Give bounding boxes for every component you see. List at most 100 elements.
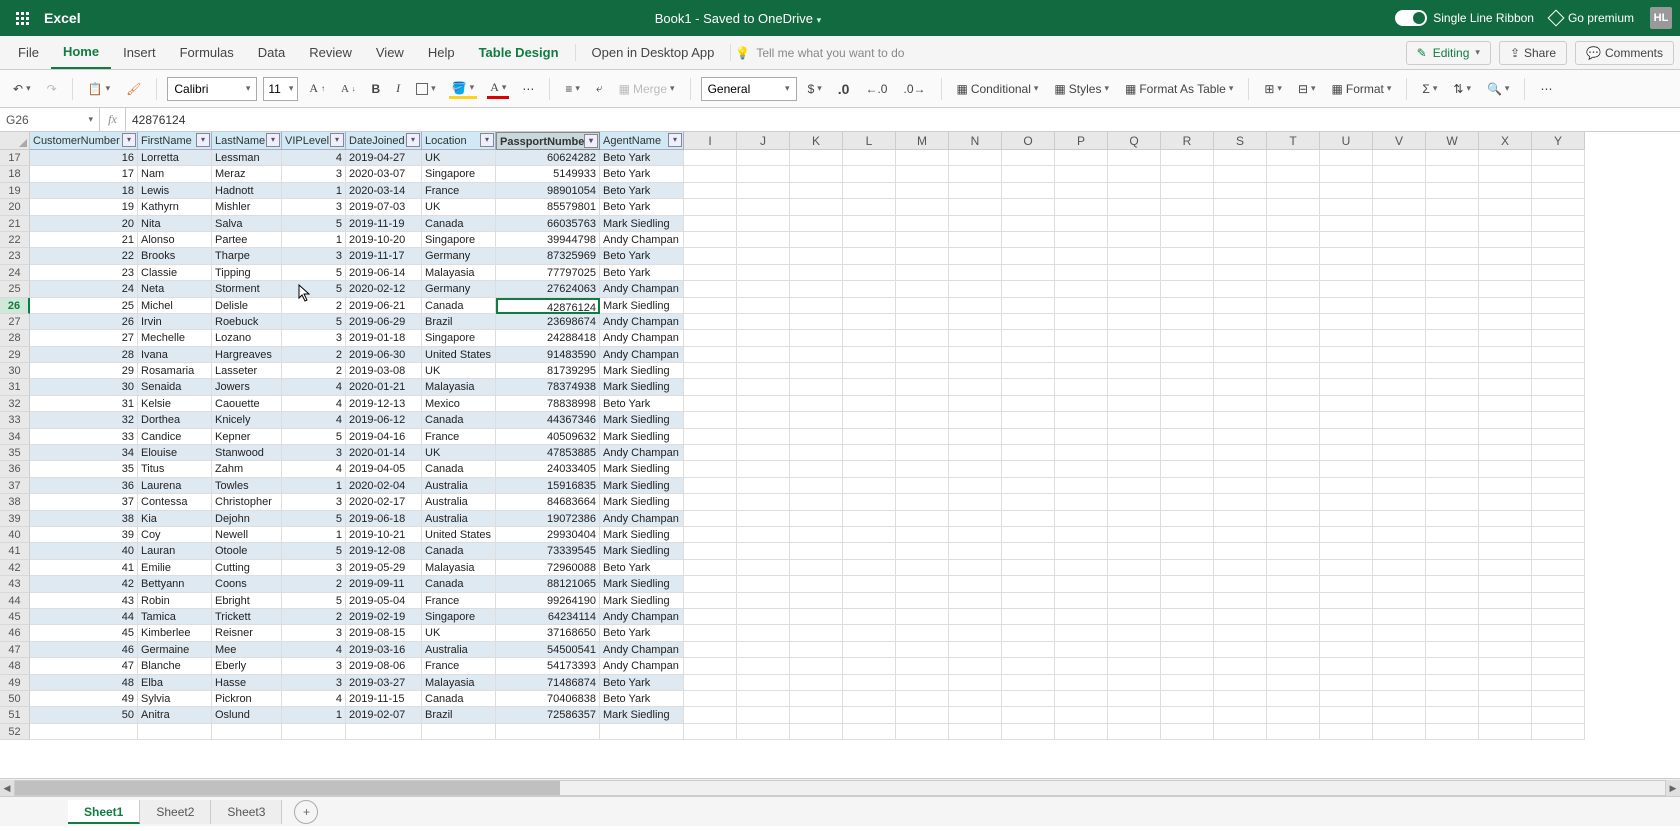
row-header[interactable]: 20	[0, 199, 30, 215]
row-header[interactable]: 32	[0, 396, 30, 412]
empty-cell[interactable]	[1108, 445, 1161, 461]
empty-cell[interactable]	[1108, 314, 1161, 330]
empty-cell[interactable]	[1267, 445, 1320, 461]
empty-cell[interactable]	[1532, 724, 1585, 740]
cell[interactable]: 4	[282, 461, 346, 477]
empty-cell[interactable]	[896, 199, 949, 215]
empty-cell[interactable]	[1055, 396, 1108, 412]
empty-cell[interactable]	[1373, 314, 1426, 330]
empty-cell[interactable]	[1108, 724, 1161, 740]
cell[interactable]: 42876124	[496, 298, 600, 314]
empty-cell[interactable]	[1479, 396, 1532, 412]
cell[interactable]: 44	[30, 609, 138, 625]
empty-cell[interactable]	[1373, 281, 1426, 297]
cell[interactable]: 37168650	[496, 625, 600, 641]
empty-cell[interactable]	[949, 658, 1002, 674]
empty-cell[interactable]	[1002, 707, 1055, 723]
cell-styles-button[interactable]: ▦ Styles▾	[1049, 79, 1114, 99]
empty-cell[interactable]	[1161, 511, 1214, 527]
table-header-LastName[interactable]: LastName▾	[212, 132, 282, 150]
cell[interactable]: Pickron	[212, 691, 282, 707]
empty-cell[interactable]	[1214, 494, 1267, 510]
empty-cell[interactable]	[737, 707, 790, 723]
empty-cell[interactable]	[1108, 461, 1161, 477]
empty-cell[interactable]	[1426, 199, 1479, 215]
empty-cell[interactable]	[1214, 183, 1267, 199]
empty-cell[interactable]	[1267, 724, 1320, 740]
cell[interactable]: Dejohn	[212, 511, 282, 527]
empty-cell[interactable]	[1055, 461, 1108, 477]
empty-cell[interactable]	[790, 363, 843, 379]
empty-cell[interactable]	[1002, 216, 1055, 232]
empty-cell[interactable]	[790, 560, 843, 576]
cell[interactable]: Andy Champan	[600, 281, 684, 297]
cell[interactable]: Andy Champan	[600, 330, 684, 346]
cell[interactable]: Mark Siedling	[600, 707, 684, 723]
empty-cell[interactable]	[1373, 511, 1426, 527]
cell[interactable]: Lozano	[212, 330, 282, 346]
empty-cell[interactable]	[1426, 363, 1479, 379]
empty-cell[interactable]	[843, 445, 896, 461]
cell[interactable]: 2	[282, 298, 346, 314]
cell[interactable]: UK	[422, 363, 496, 379]
empty-cell[interactable]	[1373, 429, 1426, 445]
filter-icon[interactable]: ▾	[330, 133, 344, 147]
empty-cell[interactable]	[1214, 216, 1267, 232]
cell[interactable]: Mark Siedling	[600, 363, 684, 379]
table-header-PassportNumber[interactable]: PassportNumber▾	[496, 132, 600, 150]
cell[interactable]: 2020-01-14	[346, 445, 422, 461]
empty-cell[interactable]	[1532, 248, 1585, 264]
empty-cell[interactable]	[737, 347, 790, 363]
format-painter-button[interactable]: 🖌	[121, 79, 146, 99]
cell[interactable]: Canada	[422, 412, 496, 428]
empty-cell[interactable]	[1055, 494, 1108, 510]
empty-cell[interactable]	[1108, 658, 1161, 674]
empty-cell[interactable]	[1426, 281, 1479, 297]
name-box[interactable]: G26▾	[0, 108, 100, 131]
empty-cell[interactable]	[1320, 560, 1373, 576]
cell[interactable]: Mark Siedling	[600, 494, 684, 510]
row-header[interactable]: 25	[0, 281, 30, 297]
cell[interactable]: Lewis	[138, 183, 212, 199]
empty-cell[interactable]	[790, 511, 843, 527]
empty-cell[interactable]	[1532, 281, 1585, 297]
empty-cell[interactable]	[1214, 478, 1267, 494]
empty-cell[interactable]	[790, 166, 843, 182]
cell[interactable]: 34	[30, 445, 138, 461]
cell[interactable]: Australia	[422, 511, 496, 527]
empty-cell[interactable]	[1373, 527, 1426, 543]
cell[interactable]: 27	[30, 330, 138, 346]
empty-cell[interactable]	[1320, 691, 1373, 707]
empty-cell[interactable]	[737, 593, 790, 609]
row-header[interactable]: 34	[0, 429, 30, 445]
cell[interactable]: Nam	[138, 166, 212, 182]
cell[interactable]: Canada	[422, 461, 496, 477]
empty-cell[interactable]	[1426, 478, 1479, 494]
cell[interactable]: Beto Yark	[600, 183, 684, 199]
cell[interactable]: 44367346	[496, 412, 600, 428]
cell[interactable]: 81739295	[496, 363, 600, 379]
empty-cell[interactable]	[1055, 298, 1108, 314]
add-sheet-button[interactable]: +	[294, 800, 318, 824]
cell[interactable]: 2019-02-19	[346, 609, 422, 625]
empty-cell[interactable]	[843, 707, 896, 723]
cell[interactable]: Kia	[138, 511, 212, 527]
cell[interactable]: 18	[30, 183, 138, 199]
cell[interactable]: Ebright	[212, 593, 282, 609]
cell[interactable]: 1	[282, 707, 346, 723]
cell[interactable]: Lorretta	[138, 150, 212, 166]
filter-icon[interactable]: ▾	[584, 134, 598, 148]
empty-cell[interactable]	[1055, 593, 1108, 609]
cell[interactable]: Meraz	[212, 166, 282, 182]
row-header[interactable]: 48	[0, 658, 30, 674]
empty-cell[interactable]	[1002, 347, 1055, 363]
cell[interactable]: Cutting	[212, 560, 282, 576]
empty-cell[interactable]	[843, 576, 896, 592]
user-avatar[interactable]: HL	[1650, 7, 1672, 29]
tab-formulas[interactable]: Formulas	[168, 36, 246, 69]
empty-cell[interactable]	[1479, 724, 1532, 740]
empty-cell[interactable]	[843, 593, 896, 609]
cell[interactable]: Elouise	[138, 445, 212, 461]
empty-cell[interactable]	[1108, 265, 1161, 281]
empty-cell[interactable]	[1002, 298, 1055, 314]
